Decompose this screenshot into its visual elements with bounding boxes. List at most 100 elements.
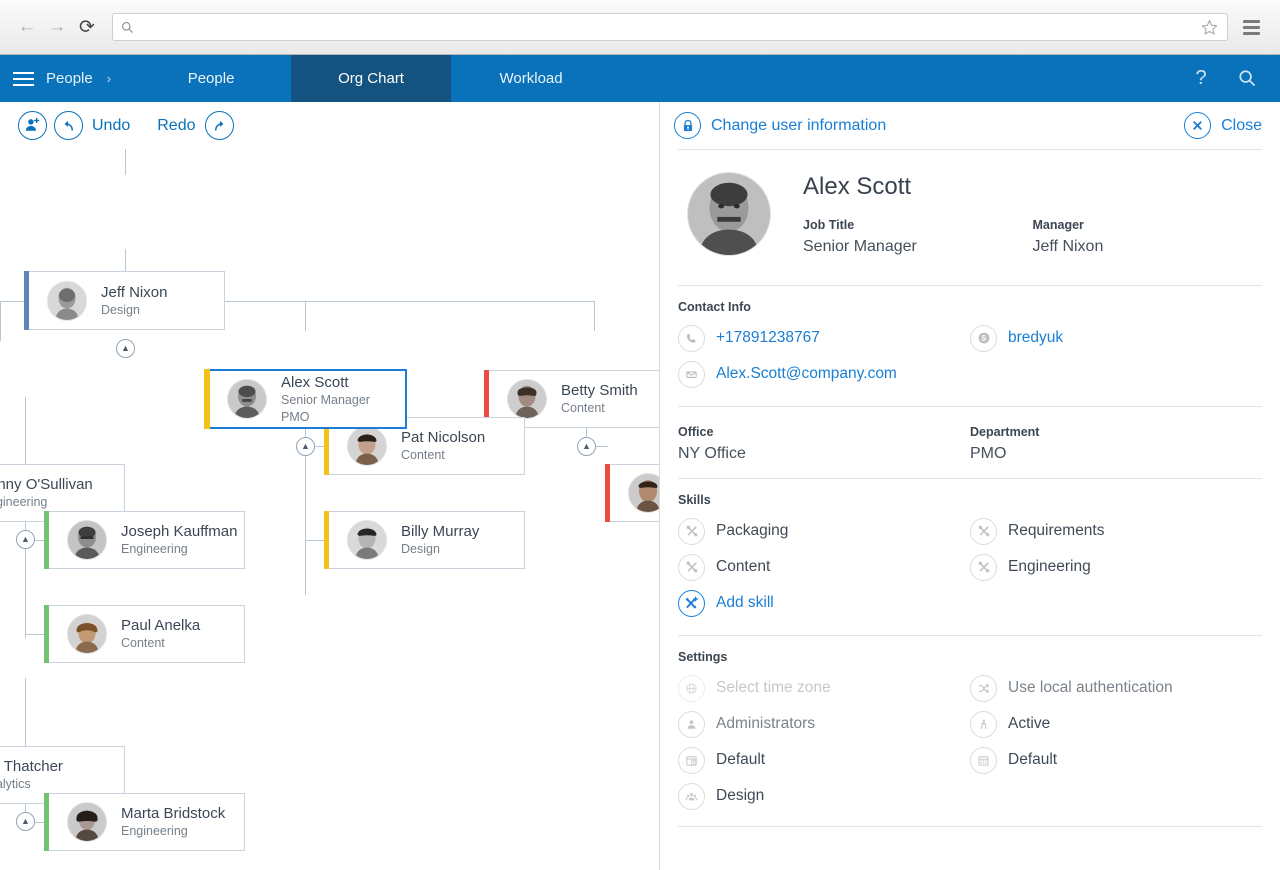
setting-administrators[interactable]: Administrators bbox=[678, 706, 970, 742]
field-manager: Manager Jeff Nixon bbox=[1033, 216, 1263, 259]
skill-requirements[interactable]: Requirements bbox=[970, 513, 1262, 549]
change-user-information-button[interactable]: Change user information bbox=[674, 112, 886, 139]
undo-arrow-icon[interactable] bbox=[54, 111, 83, 140]
avatar bbox=[67, 614, 107, 654]
help-icon[interactable]: ? bbox=[1182, 60, 1220, 98]
star-icon[interactable] bbox=[1200, 18, 1219, 37]
connector bbox=[0, 301, 1, 341]
add-skill-button[interactable]: Add skill bbox=[678, 585, 970, 621]
node-name: Marta Bridstock bbox=[121, 805, 226, 822]
close-button[interactable]: Close bbox=[1184, 112, 1262, 139]
search-icon[interactable] bbox=[1228, 60, 1266, 98]
contact-skype[interactable]: bredyuk bbox=[970, 320, 1262, 356]
contact-skype-value: bredyuk bbox=[1008, 329, 1064, 346]
avatar bbox=[687, 172, 771, 256]
setting-work-schedule-label: Default bbox=[716, 751, 766, 768]
collapse-toggle[interactable]: ▲ bbox=[16, 530, 35, 549]
node-accent-bar bbox=[605, 464, 610, 522]
node-text: ly Thatcher nalytics bbox=[0, 757, 63, 793]
contact-email-value: Alex.Scott@company.com bbox=[716, 365, 897, 382]
org-node-joseph-kauffman[interactable]: Joseph Kauffman Engineering bbox=[44, 511, 245, 569]
detail-body: Alex Scott Job Title Senior Manager Mana… bbox=[660, 150, 1280, 827]
contact-phone-value: +17891238767 bbox=[716, 329, 820, 346]
browser-menu-button[interactable] bbox=[1234, 11, 1268, 43]
setting-time-zone-label: Select time zone bbox=[716, 679, 831, 696]
collapse-toggle[interactable]: ▲ bbox=[577, 437, 596, 456]
email-icon bbox=[678, 360, 705, 388]
avatar bbox=[628, 473, 659, 513]
org-chart-canvas[interactable]: ▲ ▲ ▲ ▲ ▲ Jeff Nixon Design Alex Scott S… bbox=[0, 149, 659, 870]
breadcrumb-label: People bbox=[46, 70, 93, 87]
org-node-clipped[interactable] bbox=[605, 464, 659, 522]
manager-label: Manager bbox=[1032, 218, 1084, 232]
tab-people[interactable]: People bbox=[131, 55, 291, 102]
skill-packaging[interactable]: Packaging bbox=[678, 513, 970, 549]
lock-icon bbox=[674, 112, 701, 139]
avatar bbox=[347, 520, 387, 560]
setting-active[interactable]: Active bbox=[970, 706, 1262, 742]
tools-icon bbox=[970, 517, 997, 545]
breadcrumb[interactable]: People › bbox=[46, 55, 131, 102]
profile-fields: Job Title Senior Manager Manager Jeff Ni… bbox=[803, 216, 1262, 259]
contact-phone[interactable]: +17891238767 bbox=[678, 320, 970, 356]
app-navbar: People › People Org Chart Workload ? bbox=[0, 55, 1280, 102]
node-role: Engineering bbox=[121, 542, 188, 556]
avatar bbox=[507, 379, 547, 419]
node-role: Content bbox=[401, 448, 445, 462]
navbar-actions: ? bbox=[1182, 55, 1280, 102]
profile-summary: Alex Scott Job Title Senior Manager Mana… bbox=[678, 150, 1262, 285]
node-name: Jeff Nixon bbox=[101, 283, 168, 301]
node-name: Joseph Kauffman bbox=[121, 523, 238, 540]
collapse-toggle[interactable]: ▲ bbox=[16, 812, 35, 831]
collapse-toggle[interactable]: ▲ bbox=[116, 339, 135, 358]
tab-org-chart[interactable]: Org Chart bbox=[291, 55, 452, 102]
tab-workload[interactable]: Workload bbox=[451, 55, 611, 102]
contact-info-section: Contact Info +17891238767 bredyuk Alex.S… bbox=[678, 286, 1262, 396]
redo-arrow-icon[interactable] bbox=[204, 111, 234, 140]
browser-chrome: ← → ⟳ bbox=[0, 0, 1280, 55]
node-accent-bar bbox=[44, 793, 49, 851]
address-bar[interactable] bbox=[112, 13, 1228, 41]
skill-engineering[interactable]: Engineering bbox=[970, 549, 1262, 585]
setting-group-label: Design bbox=[716, 787, 765, 804]
setting-calendar[interactable]: Default bbox=[970, 742, 1262, 778]
browser-forward-button[interactable]: → bbox=[42, 12, 72, 42]
org-node-billy-murray[interactable]: Billy Murray Design bbox=[324, 511, 525, 569]
phone-icon bbox=[678, 324, 705, 352]
browser-back-button[interactable]: ← bbox=[12, 12, 42, 42]
collapse-toggle[interactable]: ▲ bbox=[296, 437, 315, 456]
tools-icon bbox=[678, 553, 705, 581]
skills-section: Skills Packaging Requirements Content En… bbox=[678, 479, 1262, 625]
connector bbox=[25, 397, 26, 423]
org-node-alex-scott[interactable]: Alex Scott Senior Manager PMO bbox=[204, 369, 407, 429]
node-text: onny O'Sullivan ngineering bbox=[0, 475, 93, 511]
job-title-label: Job Title bbox=[803, 218, 855, 232]
connector bbox=[305, 301, 306, 331]
department-label: Department bbox=[970, 425, 1040, 439]
setting-local-auth[interactable]: Use local authentication bbox=[970, 670, 1262, 706]
node-name: Billy Murray bbox=[401, 523, 480, 540]
undo-button[interactable]: Undo bbox=[90, 117, 132, 135]
skills-list: Packaging Requirements Content Engineeri… bbox=[678, 513, 1262, 621]
redo-button[interactable]: Redo bbox=[155, 117, 197, 135]
browser-reload-button[interactable]: ⟳ bbox=[72, 12, 102, 42]
skill-content-label: Content bbox=[716, 558, 771, 575]
field-job-title: Job Title Senior Manager bbox=[803, 216, 1033, 259]
setting-group[interactable]: Design bbox=[678, 778, 970, 814]
org-node-paul-anelka[interactable]: Paul Anelka Content bbox=[44, 605, 245, 663]
contact-email[interactable]: Alex.Scott@company.com bbox=[678, 356, 970, 392]
setting-time-zone[interactable]: Select time zone bbox=[678, 670, 970, 706]
skill-content[interactable]: Content bbox=[678, 549, 970, 585]
change-user-information-label: Change user information bbox=[711, 116, 887, 134]
org-node-marta-bridstock[interactable]: Marta Bridstock Engineering bbox=[44, 793, 245, 851]
contact-list: +17891238767 bredyuk Alex.Scott@company.… bbox=[678, 320, 1262, 392]
node-accent-bar bbox=[44, 511, 49, 569]
node-text: Paul Anelka Content bbox=[121, 616, 200, 652]
app-menu-button[interactable] bbox=[0, 55, 46, 102]
org-node-jeff-nixon[interactable]: Jeff Nixon Design bbox=[24, 271, 225, 330]
user-detail-panel: Change user information Close Alex Scott bbox=[659, 102, 1280, 870]
node-role: Design bbox=[401, 542, 440, 556]
setting-work-schedule[interactable]: Default bbox=[678, 742, 970, 778]
add-person-icon[interactable] bbox=[18, 111, 47, 140]
setting-calendar-label: Default bbox=[1008, 751, 1058, 768]
